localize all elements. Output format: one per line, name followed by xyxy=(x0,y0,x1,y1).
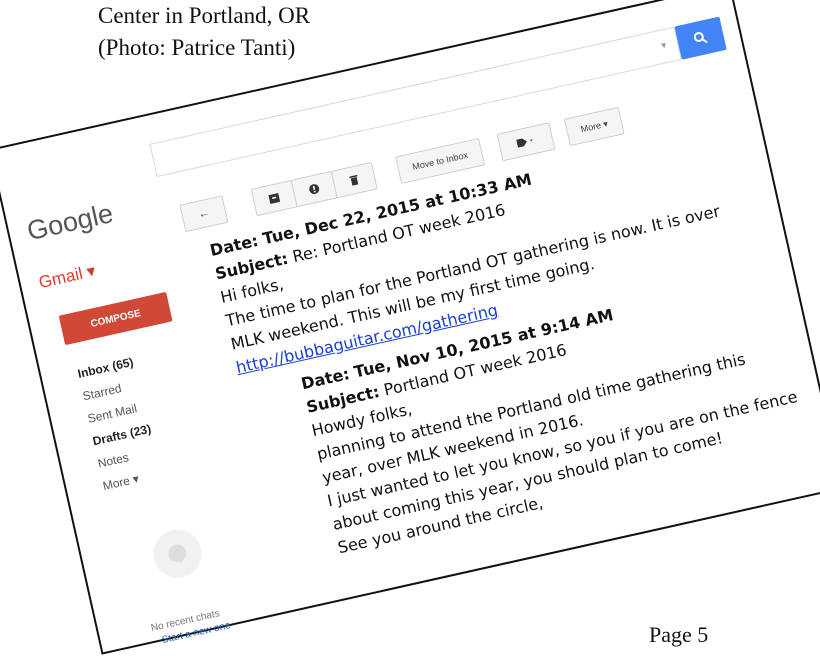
delete-button[interactable] xyxy=(330,161,378,199)
sidebar-item-drafts[interactable]: Drafts (23) xyxy=(91,422,152,449)
labels-button[interactable] xyxy=(496,122,556,162)
search-button[interactable] xyxy=(674,16,727,60)
more-button[interactable]: More ▾ xyxy=(563,106,625,147)
sidebar-item-notes[interactable]: Notes xyxy=(96,450,130,471)
caption-line-2: (Photo: Patrice Tanti) xyxy=(98,35,296,60)
photo-caption: Center in Portland, OR (Photo: Patrice T… xyxy=(98,0,310,64)
report-spam-button[interactable] xyxy=(290,170,338,208)
back-arrow-icon: ← xyxy=(197,206,211,221)
hangouts-icon[interactable] xyxy=(148,525,207,583)
search-icon xyxy=(693,32,708,44)
spam-icon xyxy=(309,184,320,195)
back-button[interactable]: ← xyxy=(179,195,229,233)
archive-button[interactable] xyxy=(250,179,298,217)
trash-icon xyxy=(349,174,359,186)
sidebar-item-sent[interactable]: Sent Mail xyxy=(86,401,138,426)
archive-icon xyxy=(268,193,281,204)
label-tag-icon xyxy=(516,138,533,148)
move-to-inbox-button[interactable]: Move to Inbox xyxy=(395,137,486,184)
google-logo: Google xyxy=(24,197,116,247)
sidebar-item-more[interactable]: More ▾ xyxy=(101,471,140,493)
sidebar-item-inbox[interactable]: Inbox (65) xyxy=(76,355,134,381)
gmail-menu[interactable]: Gmail ▾ xyxy=(37,261,98,293)
gmail-screenshot: ▾ Google ← Move to Inbox More ▾ Gmail ▾ … xyxy=(0,0,820,655)
search-dropdown-icon[interactable]: ▾ xyxy=(660,40,667,52)
compose-button[interactable]: COMPOSE xyxy=(58,291,173,346)
page-number: Page 5 xyxy=(649,622,709,647)
sidebar-item-starred[interactable]: Starred xyxy=(81,381,122,403)
caption-line-1: Center in Portland, OR xyxy=(98,3,311,28)
